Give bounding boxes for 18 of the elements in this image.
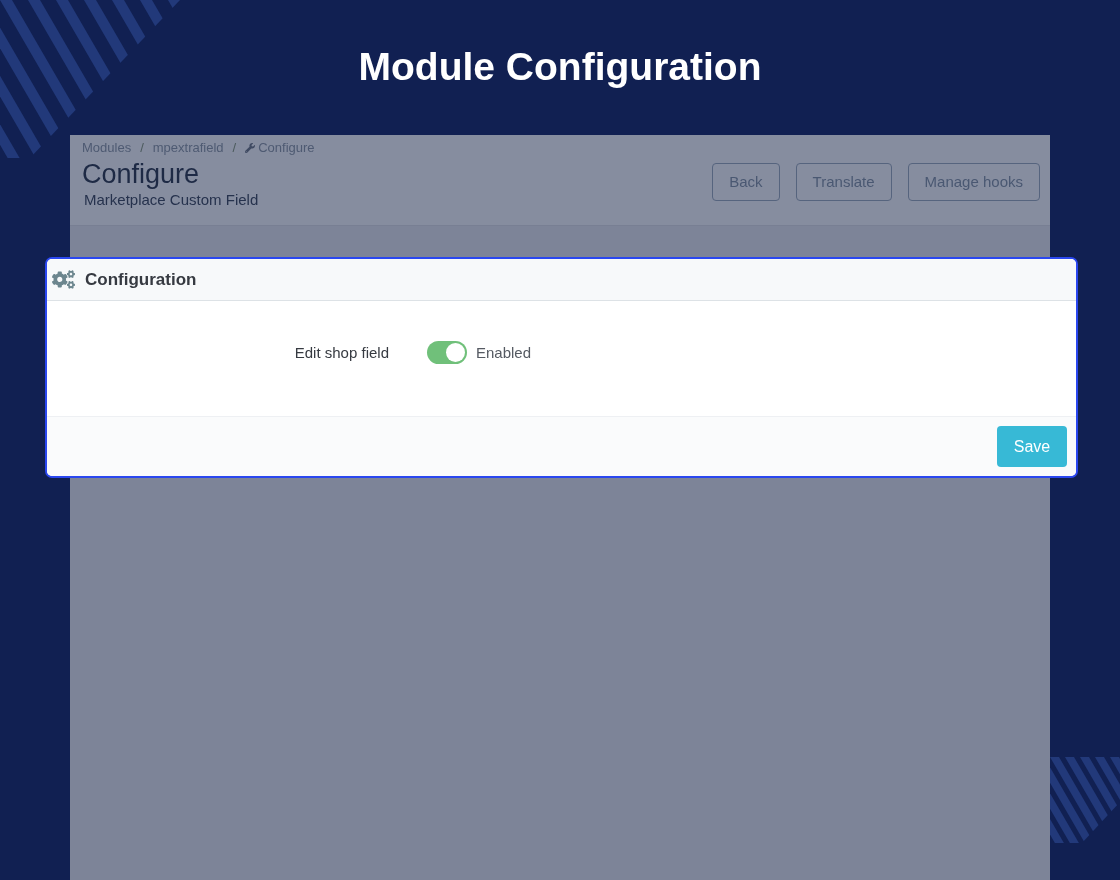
header-button[interactable]: Back — [712, 163, 780, 201]
breadcrumb-link[interactable]: mpextrafield — [152, 140, 224, 156]
wrench-icon — [245, 143, 256, 153]
switch-state-label: Enabled — [476, 342, 532, 363]
page-title: Module Configuration — [358, 43, 762, 90]
header-button[interactable]: Translate — [795, 163, 892, 201]
breadcrumb-separator: / — [232, 140, 237, 156]
breadcrumb-link[interactable]: Modules — [82, 140, 132, 156]
gears-icon — [52, 268, 75, 291]
card-title: Configuration — [85, 268, 197, 291]
field-label: Edit shop field — [293, 342, 389, 363]
breadcrumb-link[interactable]: Configure — [245, 140, 315, 156]
page-subtitle: Marketplace Custom Field — [84, 191, 259, 209]
header-button[interactable]: Manage hooks — [907, 163, 1040, 201]
breadcrumb-separator: / — [140, 140, 144, 156]
page-heading: Configure — [82, 158, 201, 191]
toggle-switch[interactable] — [427, 341, 467, 364]
save-button[interactable]: Save — [997, 426, 1067, 467]
